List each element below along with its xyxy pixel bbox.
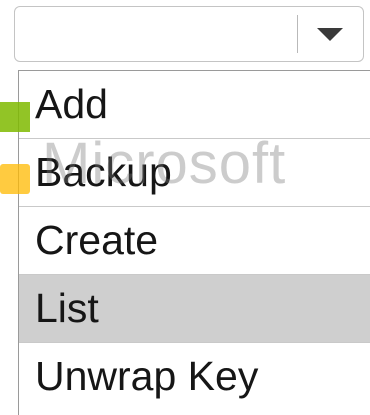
option-add[interactable]: Add <box>19 71 370 139</box>
option-backup[interactable]: Backup <box>19 139 370 207</box>
dropdown-options-list: Add Backup Create List Unwrap Key <box>18 70 370 415</box>
dropdown-select[interactable] <box>14 6 364 62</box>
dropdown-screen: Add Backup Create List Unwrap Key Micros… <box>0 0 370 415</box>
option-create[interactable]: Create <box>19 207 370 275</box>
option-list[interactable]: List <box>19 275 370 343</box>
chevron-down-icon[interactable] <box>317 28 343 41</box>
option-unwrap-key[interactable]: Unwrap Key <box>19 343 370 411</box>
dropdown-divider <box>297 15 298 53</box>
